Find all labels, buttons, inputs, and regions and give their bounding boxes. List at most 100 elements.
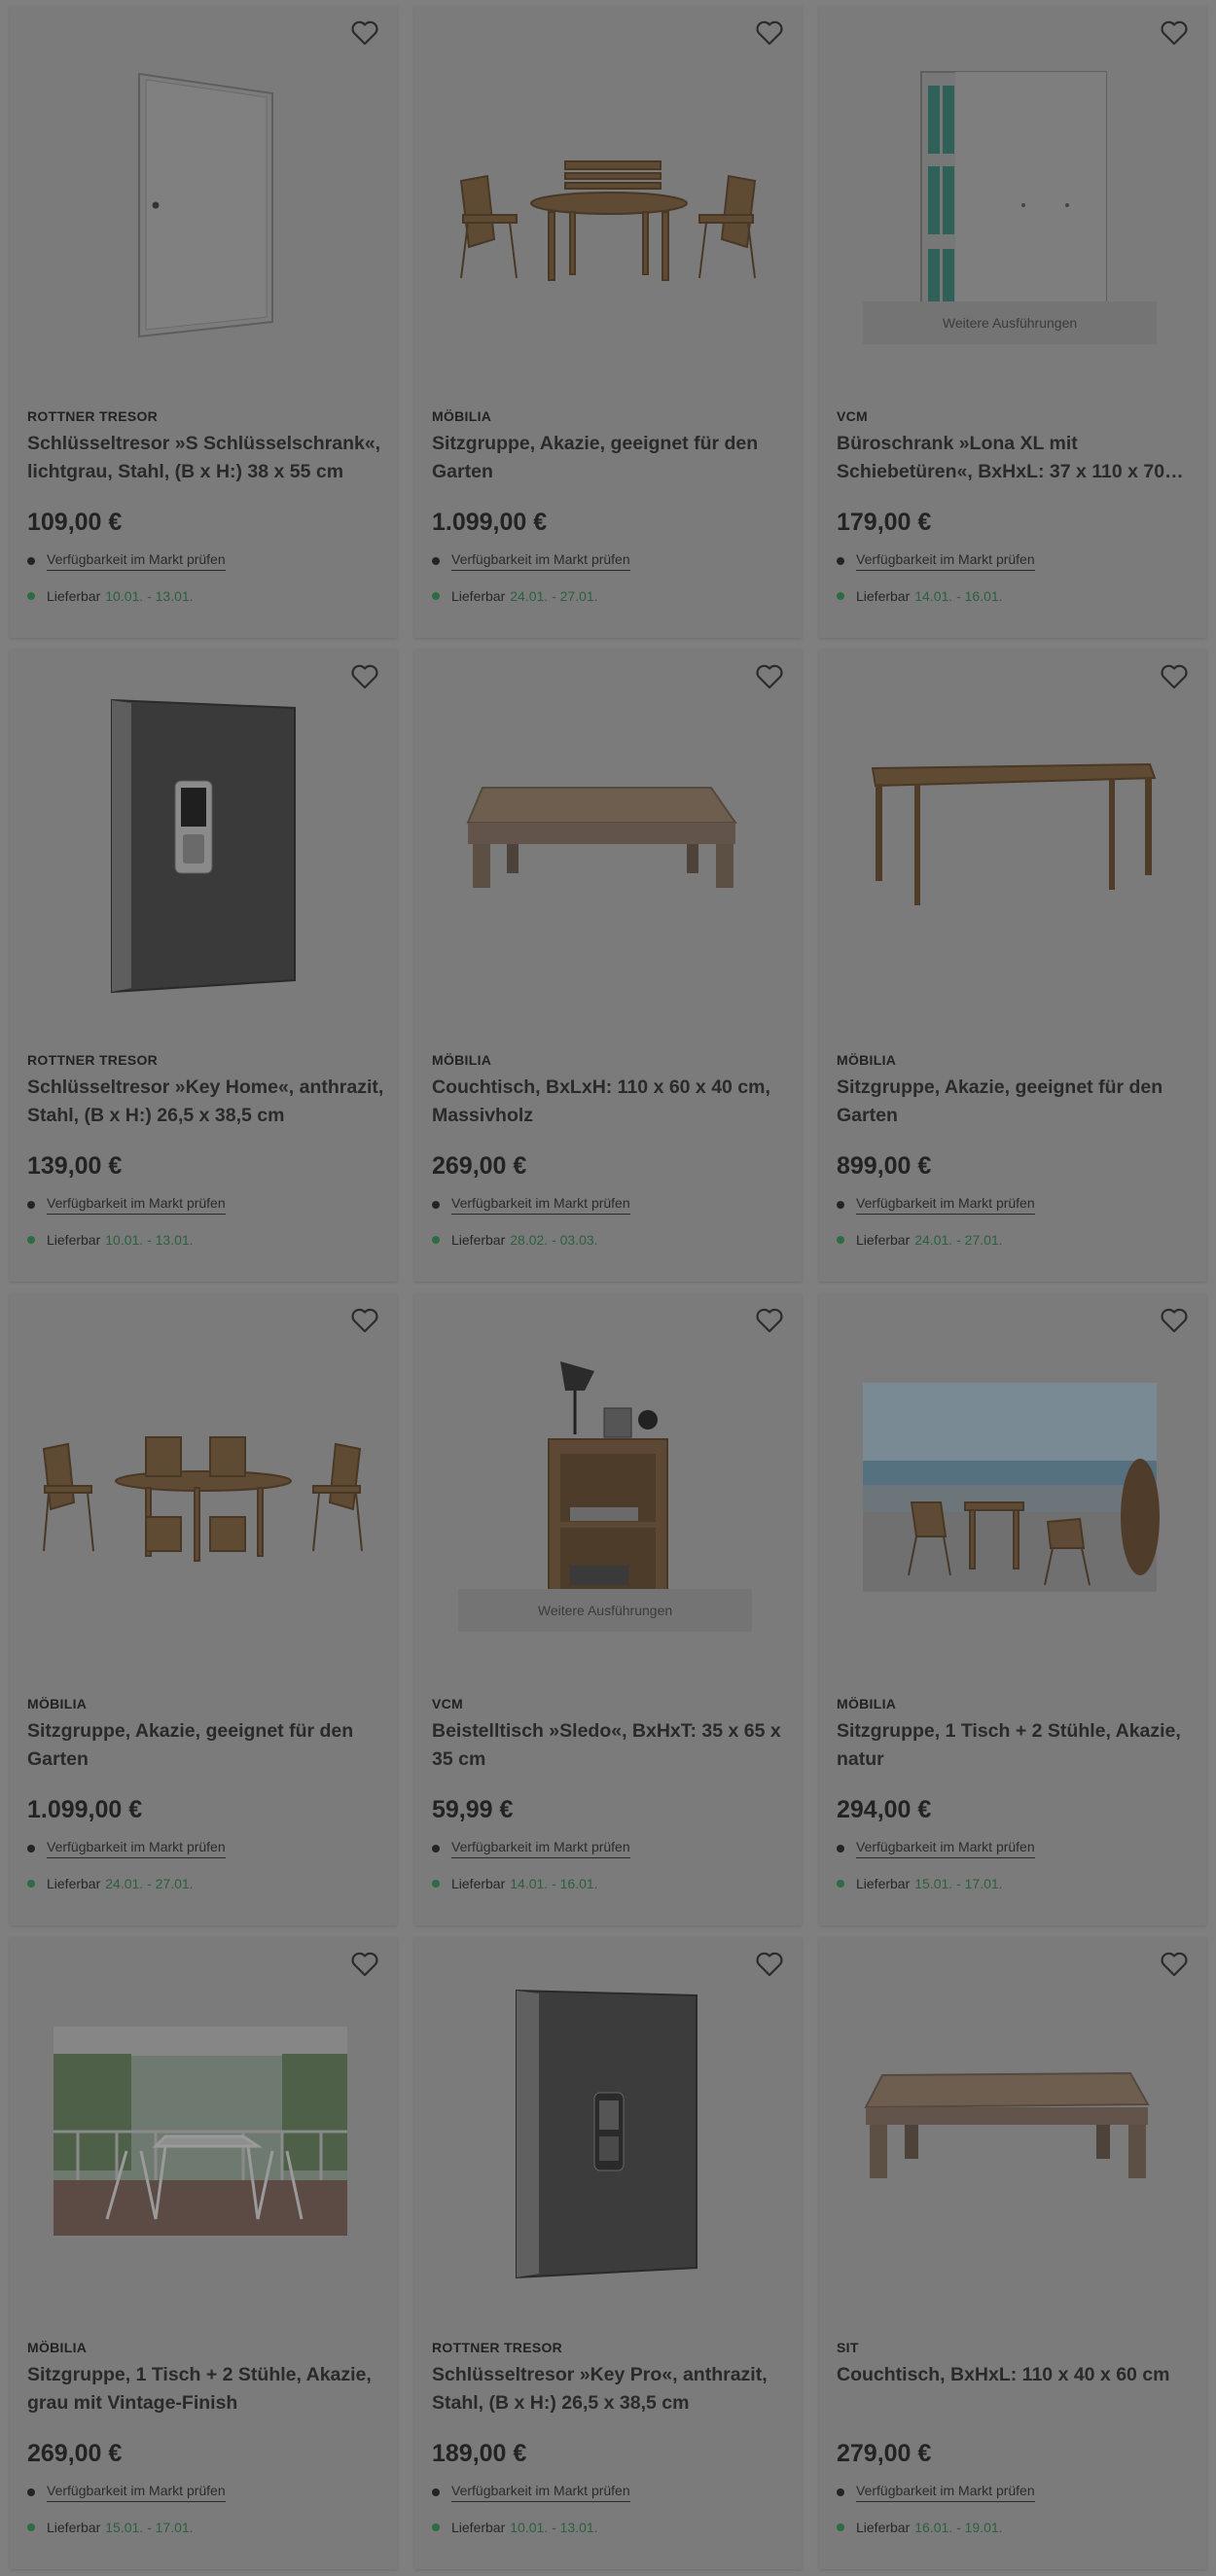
wishlist-heart-icon[interactable] xyxy=(755,663,784,690)
product-title[interactable]: Schlüsseltresor »S Schlüsselschrank«, li… xyxy=(27,430,387,486)
product-price: 59,99 € xyxy=(432,1796,514,1823)
wishlist-heart-icon[interactable] xyxy=(755,1307,784,1334)
delivery-row: Lieferbar 10.01. - 13.01. xyxy=(27,588,194,604)
product-image[interactable] xyxy=(10,6,397,395)
wishlist-heart-icon[interactable] xyxy=(350,663,379,690)
wishlist-heart-icon[interactable] xyxy=(755,1951,784,1978)
product-title[interactable]: Sitzgruppe, Akazie, geeignet für den Gar… xyxy=(837,1074,1197,1130)
product-price: 269,00 € xyxy=(432,1152,527,1180)
check-availability-link[interactable]: Verfügbarkeit im Markt prüfen xyxy=(47,551,226,571)
product-title[interactable]: Sitzgruppe, Akazie, geeignet für den Gar… xyxy=(432,430,792,486)
product-image[interactable] xyxy=(414,6,802,395)
delivery-dates: 15.01. - 17.01. xyxy=(914,1876,1003,1891)
delivery-label: Lieferbar xyxy=(856,1876,911,1891)
product-card[interactable]: ROTTNER TRESOR Schlüsseltresor »Key Home… xyxy=(10,650,397,1282)
more-variants-button[interactable]: Weitere Ausführungen xyxy=(458,1589,752,1632)
product-price: 269,00 € xyxy=(27,2440,123,2467)
delivery-status-dot-icon xyxy=(432,1236,440,1244)
product-card[interactable]: MÖBILIA Sitzgruppe, 1 Tisch + 2 Stühle, … xyxy=(10,1937,397,2569)
delivery-dates: 14.01. - 16.01. xyxy=(510,1876,598,1891)
product-title[interactable]: Beistelltisch »Sledo«, BxHxT: 35 x 65 x … xyxy=(432,1717,792,1774)
product-image[interactable] xyxy=(414,650,802,1039)
check-availability-link[interactable]: Verfügbarkeit im Markt prüfen xyxy=(47,1195,226,1215)
check-availability-link[interactable]: Verfügbarkeit im Markt prüfen xyxy=(856,551,1035,571)
check-availability-link[interactable]: Verfügbarkeit im Markt prüfen xyxy=(451,1195,630,1215)
product-card[interactable]: ROTTNER TRESOR Schlüsseltresor »S Schlüs… xyxy=(10,6,397,638)
product-image[interactable] xyxy=(819,650,1206,1039)
availability-row: Verfügbarkeit im Markt prüfen xyxy=(432,2483,630,2502)
delivery-status-dot-icon xyxy=(837,1236,844,1244)
product-brand: MÖBILIA xyxy=(432,1052,492,1068)
delivery-label: Lieferbar xyxy=(451,2520,506,2535)
availability-row: Verfügbarkeit im Markt prüfen xyxy=(432,1195,630,1215)
wishlist-heart-icon[interactable] xyxy=(1160,1951,1189,1978)
product-card[interactable]: MÖBILIA Sitzgruppe, Akazie, geeignet für… xyxy=(819,650,1206,1282)
product-card[interactable]: SIT Couchtisch, BxHxL: 110 x 40 x 60 cm … xyxy=(819,1937,1206,2569)
product-title[interactable]: Sitzgruppe, Akazie, geeignet für den Gar… xyxy=(27,1717,387,1774)
wishlist-heart-icon[interactable] xyxy=(350,1307,379,1334)
product-image[interactable] xyxy=(414,1937,802,2326)
wishlist-heart-icon[interactable] xyxy=(1160,663,1189,690)
availability-dot-icon xyxy=(432,557,440,565)
product-image[interactable] xyxy=(819,1293,1206,1682)
delivery-label: Lieferbar xyxy=(47,588,101,604)
product-card[interactable]: MÖBILIA Sitzgruppe, Akazie, geeignet für… xyxy=(10,1293,397,1925)
wishlist-heart-icon[interactable] xyxy=(755,19,784,47)
product-image[interactable] xyxy=(10,1937,397,2326)
delivery-label: Lieferbar xyxy=(856,2520,911,2535)
delivery-dates: 15.01. - 17.01. xyxy=(105,2520,194,2535)
check-availability-link[interactable]: Verfügbarkeit im Markt prüfen xyxy=(47,2483,226,2502)
product-brand: ROTTNER TRESOR xyxy=(27,1052,159,1068)
delivery-row: Lieferbar 28.02. - 03.03. xyxy=(432,1232,598,1248)
delivery-row: Lieferbar 14.01. - 16.01. xyxy=(432,1876,598,1891)
check-availability-link[interactable]: Verfügbarkeit im Markt prüfen xyxy=(451,1839,630,1858)
delivery-dates: 10.01. - 13.01. xyxy=(510,2520,598,2535)
product-price: 899,00 € xyxy=(837,1152,932,1180)
wishlist-heart-icon[interactable] xyxy=(350,19,379,47)
check-availability-link[interactable]: Verfügbarkeit im Markt prüfen xyxy=(856,1195,1035,1215)
more-variants-button[interactable]: Weitere Ausführungen xyxy=(863,301,1157,344)
wishlist-heart-icon[interactable] xyxy=(350,1951,379,1978)
check-availability-link[interactable]: Verfügbarkeit im Markt prüfen xyxy=(451,2483,630,2502)
product-card[interactable]: MÖBILIA Sitzgruppe, 1 Tisch + 2 Stühle, … xyxy=(819,1293,1206,1925)
availability-dot-icon xyxy=(837,557,844,565)
delivery-status-dot-icon xyxy=(837,1880,844,1888)
wishlist-heart-icon[interactable] xyxy=(1160,1307,1189,1334)
product-title[interactable]: Büroschrank »Lona XL mit Schiebetüren«, … xyxy=(837,430,1197,486)
delivery-dates: 10.01. - 13.01. xyxy=(105,588,194,604)
product-title[interactable]: Sitzgruppe, 1 Tisch + 2 Stühle, Akazie, … xyxy=(27,2361,387,2417)
product-price: 139,00 € xyxy=(27,1152,123,1180)
product-card[interactable]: MÖBILIA Sitzgruppe, Akazie, geeignet für… xyxy=(414,6,802,638)
delivery-label: Lieferbar xyxy=(47,1876,101,1891)
product-title[interactable]: Sitzgruppe, 1 Tisch + 2 Stühle, Akazie, … xyxy=(837,1717,1197,1774)
wishlist-heart-icon[interactable] xyxy=(1160,19,1189,47)
delivery-label: Lieferbar xyxy=(47,1232,101,1248)
delivery-row: Lieferbar 24.01. - 27.01. xyxy=(432,588,598,604)
availability-row: Verfügbarkeit im Markt prüfen xyxy=(837,551,1035,571)
product-title[interactable]: Couchtisch, BxLxH: 110 x 60 x 40 cm, Mas… xyxy=(432,1074,792,1130)
availability-dot-icon xyxy=(27,1201,35,1209)
product-card[interactable]: MÖBILIA Couchtisch, BxLxH: 110 x 60 x 40… xyxy=(414,650,802,1282)
product-price: 294,00 € xyxy=(837,1796,932,1823)
availability-row: Verfügbarkeit im Markt prüfen xyxy=(837,2483,1035,2502)
availability-row: Verfügbarkeit im Markt prüfen xyxy=(27,551,226,571)
delivery-status-dot-icon xyxy=(432,1880,440,1888)
product-card[interactable]: Weitere Ausführungen VCM Beistelltisch »… xyxy=(414,1293,802,1925)
product-title[interactable]: Schlüsseltresor »Key Home«, anthrazit, S… xyxy=(27,1074,387,1130)
product-image[interactable] xyxy=(819,1937,1206,2326)
product-card[interactable]: Weitere Ausführungen VCM Büroschrank »Lo… xyxy=(819,6,1206,638)
availability-row: Verfügbarkeit im Markt prüfen xyxy=(27,1839,226,1858)
check-availability-link[interactable]: Verfügbarkeit im Markt prüfen xyxy=(856,1839,1035,1858)
availability-dot-icon xyxy=(837,2488,844,2496)
check-availability-link[interactable]: Verfügbarkeit im Markt prüfen xyxy=(47,1839,226,1858)
product-title[interactable]: Schlüsseltresor »Key Pro«, anthrazit, St… xyxy=(432,2361,792,2417)
check-availability-link[interactable]: Verfügbarkeit im Markt prüfen xyxy=(451,551,630,571)
product-image[interactable] xyxy=(10,1293,397,1682)
product-image[interactable] xyxy=(10,650,397,1039)
product-price: 1.099,00 € xyxy=(27,1796,143,1823)
availability-dot-icon xyxy=(432,1201,440,1209)
availability-row: Verfügbarkeit im Markt prüfen xyxy=(27,1195,226,1215)
product-card[interactable]: ROTTNER TRESOR Schlüsseltresor »Key Pro«… xyxy=(414,1937,802,2569)
check-availability-link[interactable]: Verfügbarkeit im Markt prüfen xyxy=(856,2483,1035,2502)
product-title[interactable]: Couchtisch, BxHxL: 110 x 40 x 60 cm xyxy=(837,2361,1197,2389)
